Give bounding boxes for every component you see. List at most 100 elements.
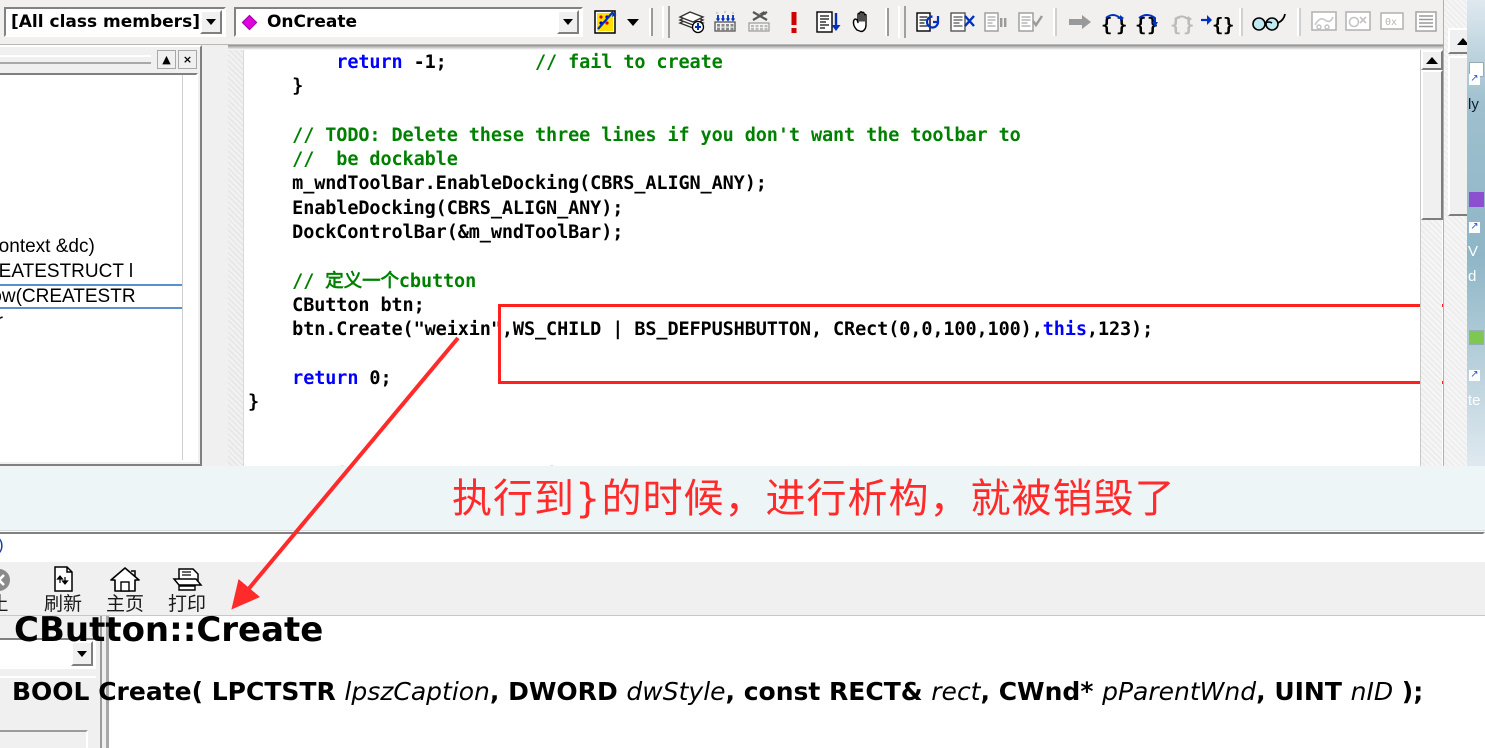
stop-button[interactable]: 止 xyxy=(0,566,32,615)
class-wizard-dropdown-icon[interactable] xyxy=(623,5,643,39)
disable-breakpoint-icon[interactable] xyxy=(979,5,1013,39)
edit-breakpoint-icon[interactable] xyxy=(1013,5,1047,39)
toolbar-grip[interactable] xyxy=(662,6,670,38)
registers-window-icon[interactable]: 0x xyxy=(1375,5,1409,39)
variables-window-icon[interactable] xyxy=(1341,5,1375,39)
code-token: m_wndToolBar.EnableDocking(CBRS_ALIGN_AN… xyxy=(292,173,767,195)
code-line: } xyxy=(248,391,1443,415)
refresh-button[interactable]: 刷新 xyxy=(30,566,96,615)
class-view-list: d() me() me() umpContext &dc) LPCREATEST… xyxy=(0,159,182,359)
code-token: EnableDocking(CBRS_ALIGN_ANY); xyxy=(292,197,624,219)
code-line: DockControlBar(&m_wndToolBar); xyxy=(248,221,1443,245)
shortcut-arrow-icon: ↗ xyxy=(1469,73,1480,85)
run-to-cursor-icon[interactable]: { } xyxy=(1199,5,1233,39)
shortcut-arrow-icon: ↗ xyxy=(1469,369,1480,381)
function-combo[interactable]: OnCreate xyxy=(233,7,583,37)
code-line: return 0; xyxy=(248,367,1443,391)
print-button[interactable]: 打印 xyxy=(154,566,220,615)
watch-window-icon[interactable] xyxy=(1307,5,1341,39)
step-into-icon[interactable]: { } xyxy=(1097,5,1131,39)
code-line: } xyxy=(248,75,1443,99)
close-icon[interactable]: × xyxy=(178,49,197,69)
annotation-note-text: 执行到}的时候，进行析构，就被销毁了 xyxy=(452,476,1176,522)
class-view-scrollbar[interactable] xyxy=(182,75,196,460)
list-item[interactable]: LPCREATESTRUCT l xyxy=(0,259,182,284)
signature-keyword: , CWnd* xyxy=(980,677,1103,706)
code-token: // fail to create xyxy=(535,52,723,73)
home-button[interactable]: 主页 xyxy=(92,566,158,615)
collapse-icon[interactable]: ▲ xyxy=(157,49,176,69)
pan-hand-icon[interactable] xyxy=(845,5,879,39)
step-out-icon[interactable]: { } xyxy=(1165,5,1199,39)
code-token: btn.Create("weixin",WS_CHILD | BS_DEFPUS… xyxy=(292,319,1043,341)
memory-window-icon[interactable] xyxy=(1409,5,1443,39)
msdn-toolbar: 止 刷新 xyxy=(0,564,1485,616)
editor-code-text[interactable]: return -1; // fail to create } // TODO: … xyxy=(248,51,1443,466)
code-token: return xyxy=(336,52,403,73)
svg-text:0x: 0x xyxy=(1385,17,1397,28)
signature-keyword: , const RECT& xyxy=(725,677,932,706)
class-wizard-icon[interactable] xyxy=(589,5,623,39)
pane-drag-handle[interactable] xyxy=(0,54,151,64)
signature-keyword: , DWORD xyxy=(489,677,627,706)
code-token: -1; xyxy=(402,52,447,73)
signature-keyword: , UINT xyxy=(1256,677,1351,706)
desktop-icon-label: d xyxy=(1468,268,1477,285)
msdn-nav-list[interactable] xyxy=(0,730,88,748)
scroll-up-button[interactable] xyxy=(1421,50,1443,70)
code-editor[interactable]: return -1; // fail to create } // TODO: … xyxy=(228,45,1443,466)
msdn-help-window: ) 止 xyxy=(0,532,1485,748)
list-item[interactable]: olBar xyxy=(0,334,182,359)
class-view-titlebar[interactable]: ▲ × xyxy=(0,47,200,71)
list-item[interactable]: me() xyxy=(0,184,182,209)
step-over-icon[interactable]: { } xyxy=(1131,5,1165,39)
list-item[interactable]: tusBar xyxy=(0,309,182,334)
home-icon xyxy=(92,566,158,593)
member-function-icon xyxy=(241,14,258,30)
msdn-address-bar[interactable]: ) xyxy=(0,532,1485,562)
desktop-icon[interactable] xyxy=(1469,192,1484,207)
add-member-function-icon[interactable] xyxy=(709,5,743,39)
desktop-icon-label: ly xyxy=(1468,96,1479,113)
step-arrow-icon[interactable] xyxy=(1063,5,1097,39)
add-member-variable-icon[interactable] xyxy=(743,5,777,39)
insert-breakpoint-icon[interactable] xyxy=(911,5,945,39)
message-maps-icon[interactable] xyxy=(777,5,811,39)
class-members-combo[interactable]: [All class members] xyxy=(4,7,226,37)
desktop-icon[interactable] xyxy=(1469,330,1484,345)
annotation-band: 执行到}的时候，进行析构，就被销毁了 xyxy=(0,466,1485,530)
code-token: // TODO: Delete these three lines if you… xyxy=(292,124,1021,146)
triangle-up-icon xyxy=(1426,56,1438,64)
print-icon xyxy=(154,566,220,593)
scrollbar-thumb[interactable] xyxy=(1421,70,1443,220)
stop-icon xyxy=(0,566,32,593)
toolbar-separator xyxy=(1239,8,1243,36)
code-line: // TODO: Delete these three lines if you… xyxy=(248,124,1443,148)
list-item-selected[interactable]: Window(CREATESTR xyxy=(0,284,182,309)
svg-text:}: } xyxy=(1223,14,1233,35)
remove-breakpoints-icon[interactable] xyxy=(945,5,979,39)
ide-toolbar: [All class members] OnCreate {} {} {}… xyxy=(0,0,1443,45)
toolbar-grip[interactable] xyxy=(898,6,906,38)
list-item[interactable]: d() xyxy=(0,159,182,184)
new-class-icon[interactable] xyxy=(675,5,709,39)
quickwatch-icon[interactable] xyxy=(1249,5,1291,39)
desktop-background-strip: ↗ ly ↗ V d ↗ te xyxy=(1467,0,1485,466)
class-view-pane: ▲ × d() me() me() umpContext &dc) LPCREA… xyxy=(0,45,202,466)
chevron-down-icon[interactable] xyxy=(199,10,222,34)
code-token: CButton btn; xyxy=(292,294,425,316)
class-view-tree[interactable]: d() me() me() umpContext &dc) LPCREATEST… xyxy=(0,73,198,462)
code-token: } xyxy=(248,392,260,414)
list-item[interactable]: umpContext &dc) xyxy=(0,234,182,259)
editor-vertical-scrollbar[interactable] xyxy=(1420,50,1443,466)
chevron-down-icon[interactable] xyxy=(557,10,579,34)
toolbar-separator xyxy=(1297,8,1301,36)
code-token: return xyxy=(292,367,359,389)
signature-param: nID xyxy=(1350,677,1394,706)
go-to-definition-icon[interactable] xyxy=(811,5,845,39)
list-item[interactable]: me() xyxy=(0,209,182,234)
